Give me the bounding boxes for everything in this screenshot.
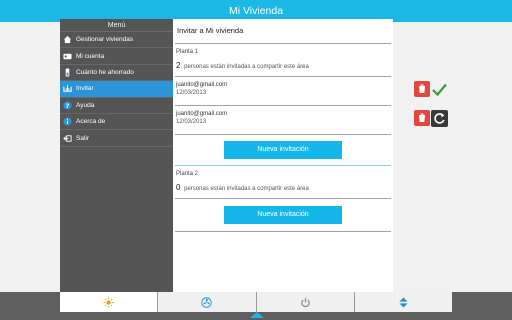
home-icon: [63, 35, 72, 44]
invited-count-text: personas están invitadas a compartir est…: [184, 186, 309, 192]
planta-label: Planta 2: [176, 171, 199, 177]
savings-icon: [63, 68, 72, 77]
info-icon: [63, 117, 72, 126]
tab-light[interactable]: [60, 292, 159, 312]
divider: [175, 134, 391, 135]
invitation-row: juanito@gmail.com 12/03/2013: [173, 77, 447, 105]
sidebar-item-label: Acerca de: [76, 118, 106, 126]
divider: [175, 198, 391, 199]
invited-count-line: 2 personas están invitadas a compartir e…: [173, 58, 393, 76]
sidebar-item-label: Invitar: [76, 85, 94, 93]
invitation-date: 12/03/2013: [176, 119, 207, 125]
sidebar-menu: Menú Gestionar viviendas Mi cuenta Cuánt…: [60, 19, 173, 292]
trash-icon: [414, 81, 430, 97]
svg-text:?: ?: [66, 103, 70, 110]
account-card-icon: [63, 52, 72, 61]
invited-count-text: personas están invitadas a compartir est…: [184, 64, 309, 70]
tab-blinds[interactable]: [354, 292, 452, 312]
menu-title: Menú: [60, 19, 173, 32]
fan-icon: [201, 296, 213, 308]
sidebar-item-label: Mi cuenta: [76, 52, 105, 60]
bottom-bar: [0, 292, 512, 320]
invitation-email: juanito@gmail.com: [176, 82, 228, 88]
tab-climate[interactable]: [158, 292, 257, 312]
sidebar-item-cuanto-he-ahorrado[interactable]: Cuánto he ahorrado: [60, 65, 173, 82]
invite-panel: Invitar a Mi vivienda Planta 1 2 persona…: [173, 19, 448, 292]
invitation-row: juanito@gmail.com 12/03/2013: [173, 106, 448, 134]
accepted-check-icon: [431, 81, 448, 98]
sidebar-item-acerca-de[interactable]: Acerca de: [60, 114, 173, 131]
app-title: Mi Vivienda: [228, 5, 284, 17]
sidebar-item-label: Gestionar viviendas: [76, 36, 134, 44]
invited-count: 2: [176, 61, 181, 70]
sort-arrows-icon: [399, 296, 408, 308]
delete-invitation-button[interactable]: [414, 81, 430, 97]
divider: [175, 231, 391, 232]
sidebar-item-mi-cuenta[interactable]: Mi cuenta: [60, 48, 173, 65]
bottom-tabs: [60, 292, 452, 312]
power-icon: [300, 297, 310, 307]
trash-icon: [414, 110, 430, 126]
help-icon: ?: [63, 101, 72, 110]
sun-icon: [103, 296, 114, 308]
invite-icon: [63, 84, 72, 93]
sidebar-item-ayuda[interactable]: ? Ayuda: [60, 98, 173, 114]
new-invitation-button[interactable]: Nueva invitación: [224, 206, 342, 224]
sidebar-item-salir[interactable]: Salir: [60, 130, 173, 147]
refresh-icon: [431, 110, 448, 127]
invitation-date: 12/03/2013: [176, 90, 207, 96]
sidebar-item-gestionar-viviendas[interactable]: Gestionar viviendas: [60, 32, 173, 49]
sidebar-item-label: Salir: [76, 134, 90, 142]
tab-power[interactable]: [256, 292, 355, 312]
active-tab-indicator: [250, 312, 264, 318]
sidebar-item-label: Cuánto he ahorrado: [76, 68, 134, 76]
planta-label: Planta 1: [176, 49, 199, 55]
invitation-email: juanito@gmail.com: [176, 111, 228, 117]
exit-icon: [63, 134, 72, 143]
sidebar-item-label: Ayuda: [76, 101, 95, 109]
sidebar-item-invitar[interactable]: Invitar: [60, 81, 173, 98]
invited-count: 0: [176, 183, 181, 192]
invited-count-line: 0 personas están invitadas a compartir e…: [173, 180, 393, 198]
resend-invitation-button[interactable]: [431, 110, 448, 127]
page-title: Invitar a Mi vivienda: [177, 26, 244, 35]
new-invitation-button[interactable]: Nueva invitación: [224, 141, 342, 159]
delete-invitation-button[interactable]: [414, 110, 430, 126]
